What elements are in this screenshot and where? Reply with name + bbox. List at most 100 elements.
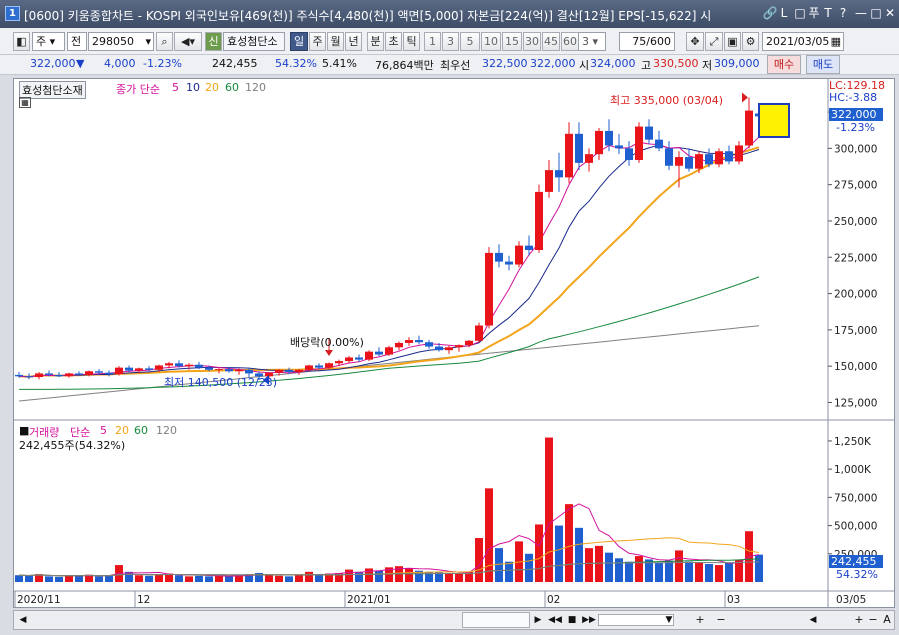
stop-icon[interactable]: ■ bbox=[564, 611, 580, 629]
volume-bar bbox=[665, 560, 673, 582]
volume-bar bbox=[365, 568, 373, 582]
volume-bar bbox=[405, 568, 413, 582]
price-tick-label: 200,000 bbox=[834, 289, 877, 301]
candle-down bbox=[315, 365, 323, 368]
stock-chart[interactable]: 325,000300,000275,000250,000225,000200,0… bbox=[14, 79, 894, 607]
volume-bar bbox=[285, 576, 293, 582]
period-month-button[interactable]: 월 bbox=[327, 32, 344, 51]
chart-scroll-bar[interactable]: ◀ ▶ ◀◀ ■ ▶▶ ▼ + − ◀ + − A bbox=[13, 610, 895, 630]
ma-close-label: 종가 단순 bbox=[116, 83, 160, 96]
range-select[interactable]: 전 bbox=[67, 32, 87, 51]
volume-bar bbox=[695, 562, 703, 582]
search-icon[interactable]: ⌕ bbox=[156, 32, 173, 51]
candle-up bbox=[745, 110, 753, 146]
chart-area[interactable]: 325,000300,000275,000250,000225,000200,0… bbox=[13, 78, 895, 608]
volume-bar bbox=[355, 571, 363, 582]
scroll-thumb[interactable] bbox=[462, 612, 530, 628]
candle-up bbox=[395, 342, 403, 348]
layout-toggle-icon[interactable]: ◧ bbox=[13, 32, 30, 51]
zoom-track[interactable] bbox=[598, 614, 674, 626]
period-week-button[interactable]: 주 bbox=[309, 32, 326, 51]
candle-down bbox=[605, 130, 613, 146]
period-day-button[interactable]: 일 bbox=[290, 32, 308, 51]
scroll-left-icon[interactable]: ◀ bbox=[14, 611, 32, 629]
candle-down bbox=[285, 369, 293, 372]
font-icon[interactable]: T bbox=[820, 5, 836, 21]
auto-scale-icon[interactable]: A bbox=[880, 611, 894, 629]
volume-ratio: 54.32% bbox=[275, 57, 317, 70]
scroll-start-icon[interactable]: ◀ bbox=[804, 611, 822, 629]
vol-ma5-legend: 5 bbox=[100, 424, 107, 437]
layout-icon[interactable]: L bbox=[776, 5, 792, 21]
fast-forward-icon[interactable]: ▶▶ bbox=[581, 611, 597, 629]
sell-button[interactable]: 매도 bbox=[806, 55, 840, 74]
volume-tick-label: 1,000K bbox=[834, 464, 872, 476]
volume-bar bbox=[15, 575, 23, 582]
open-label: 시 bbox=[579, 59, 590, 72]
zoom-out-icon[interactable]: − bbox=[711, 611, 731, 629]
volume-bar bbox=[545, 437, 553, 582]
minimize-button[interactable]: — bbox=[853, 5, 869, 21]
market-select-value: 주 bbox=[36, 35, 47, 48]
candle-down bbox=[355, 357, 363, 360]
close-button[interactable]: ✕ bbox=[882, 5, 898, 21]
volume-bar bbox=[565, 504, 573, 582]
candle-up bbox=[295, 369, 303, 372]
market-select[interactable]: 주 ▾ bbox=[32, 32, 65, 51]
interval-30-button[interactable]: 30 bbox=[523, 32, 541, 51]
interval-3-button[interactable]: 3 bbox=[442, 32, 459, 51]
gear-icon[interactable]: ⚙ bbox=[742, 32, 759, 51]
add-icon[interactable]: + bbox=[852, 611, 866, 629]
volume-tag: 242,455 bbox=[829, 555, 883, 568]
save-icon[interactable]: ▣ bbox=[724, 32, 741, 51]
bar-count-max: /600 bbox=[646, 35, 671, 48]
price-tick-label: 175,000 bbox=[834, 325, 877, 337]
interval-60-button[interactable]: 60 bbox=[561, 32, 579, 51]
volume-bar bbox=[525, 553, 533, 582]
period-tick-button[interactable]: 틱 bbox=[403, 32, 420, 51]
stock-code-input[interactable]: 298050 ▾ bbox=[88, 32, 154, 51]
volume-bar bbox=[495, 548, 503, 582]
candle-up bbox=[515, 245, 523, 265]
interval-15-button[interactable]: 15 bbox=[502, 32, 522, 51]
candle-up bbox=[455, 345, 463, 348]
buy-button[interactable]: 매수 bbox=[767, 55, 801, 74]
candle-up bbox=[215, 369, 223, 371]
remove-icon[interactable]: − bbox=[866, 611, 880, 629]
sound-icon[interactable]: ◀▾ bbox=[174, 32, 202, 51]
rewind-icon[interactable]: ◀◀ bbox=[547, 611, 563, 629]
candle-up bbox=[715, 151, 723, 165]
candle-up bbox=[65, 373, 73, 377]
volume-bar bbox=[715, 565, 723, 582]
candle-down bbox=[645, 126, 653, 140]
zoom-in-icon[interactable]: + bbox=[690, 611, 710, 629]
interval-select[interactable]: 3 ▾ bbox=[578, 32, 606, 51]
high-annotation: 최고 335,000 (03/04) bbox=[610, 94, 724, 107]
draw-tool-icon[interactable]: ⤢ bbox=[705, 32, 723, 51]
period-minute-button[interactable]: 분 bbox=[367, 32, 384, 51]
volume-bar bbox=[95, 576, 103, 582]
interval-5-button[interactable]: 5 bbox=[460, 32, 480, 51]
stock-name-field[interactable]: 효성첨단소 bbox=[223, 32, 285, 51]
interval-1-button[interactable]: 1 bbox=[424, 32, 441, 51]
volume-bar bbox=[595, 545, 603, 582]
low-annotation: 최저 140,500 (12/23) bbox=[164, 376, 278, 389]
candle-down bbox=[625, 148, 633, 160]
zoom-thumb-icon[interactable]: ▼ bbox=[664, 611, 674, 629]
date-tick-label: 2020/11 bbox=[17, 594, 61, 606]
help-icon[interactable]: ? bbox=[835, 5, 851, 21]
crosshair-icon[interactable]: ✥ bbox=[686, 32, 704, 51]
scroll-right-icon[interactable]: ▶ bbox=[529, 611, 547, 629]
date-input[interactable]: 2021/03/05 ▦ bbox=[762, 32, 844, 51]
calculator-icon[interactable]: ▦ bbox=[19, 97, 31, 108]
last-date-label: 03/05 bbox=[836, 594, 866, 606]
interval-10-button[interactable]: 10 bbox=[481, 32, 501, 51]
bar-count-value: 75 bbox=[632, 35, 647, 48]
volume-value: 242,455 bbox=[212, 57, 258, 70]
bar-count-input[interactable]: 75/600 bbox=[619, 32, 675, 51]
interval-45-button[interactable]: 45 bbox=[542, 32, 560, 51]
period-year-button[interactable]: 년 bbox=[345, 32, 362, 51]
candle-down bbox=[95, 371, 103, 373]
period-second-button[interactable]: 초 bbox=[385, 32, 402, 51]
ma10-legend: 10 bbox=[186, 81, 200, 94]
